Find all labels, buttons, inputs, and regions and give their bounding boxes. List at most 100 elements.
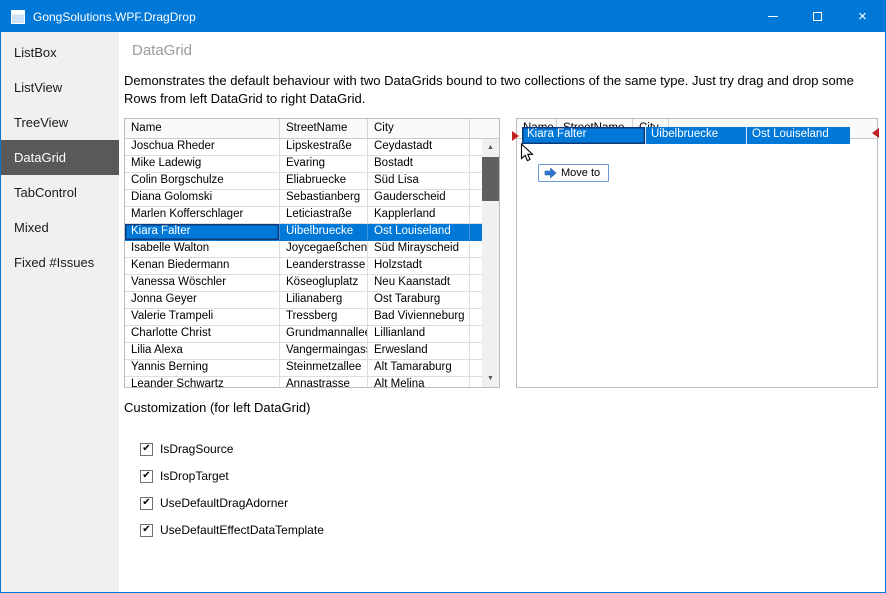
drop-insertion-caret-right [872, 127, 879, 138]
scroll-up-button[interactable]: ▲ [482, 139, 499, 156]
table-row[interactable]: Kenan Biedermann Leanderstrasse Holzstadt [125, 257, 482, 275]
table-row[interactable]: Kiara Falter Uibelbruecke Ost Louiseland [125, 223, 482, 241]
left-grid-rows: Joschua Rheder Lipskestraße Ceydastadt Mike… [125, 138, 482, 387]
mouse-cursor-icon [520, 142, 534, 162]
cell: Diana Golomski [125, 189, 280, 207]
cell: Leticiastraße [280, 206, 368, 224]
maximize-button[interactable] [795, 1, 840, 32]
sidebar-item-listbox[interactable]: ListBox [1, 35, 119, 70]
cell: Ost Taraburg [368, 291, 470, 309]
row-filler [470, 240, 482, 258]
row-filler [470, 376, 482, 387]
cell: Kiara Falter [125, 223, 280, 241]
column-header-streetname[interactable]: StreetName [280, 118, 368, 139]
customization-section: Customization (for left DataGrid) ✔ IsDra… [124, 400, 885, 544]
cell: Neu Kaanstadt [368, 274, 470, 292]
minimize-button[interactable] [750, 1, 795, 32]
cell: Lilia Alexa [125, 342, 280, 360]
checkbox-usedefaultdragadorner[interactable]: ✔ [140, 496, 153, 510]
drop-effect-label: Move to [561, 166, 601, 179]
scroll-down-button[interactable]: ▼ [482, 370, 499, 387]
row-filler [470, 189, 482, 207]
checkbox-usedefaulteffectdatatemplate[interactable]: ✔ [140, 523, 153, 537]
check-icon: ✔ [142, 443, 151, 455]
table-row[interactable]: Lilia AlexaVangermaingasseErwesland [125, 342, 482, 360]
cell: Joschua Rheder [125, 138, 280, 156]
sidebar-item-fixed-issues[interactable]: Fixed #Issues [1, 245, 119, 280]
cell: Alt Melina [368, 376, 470, 387]
checkbox-row: ✔ UseDefaultDragAdorner [140, 490, 885, 517]
cell: Gauderscheid [368, 189, 470, 207]
left-datagrid: Name StreetName City Joschua Rheder Lipskes… [124, 117, 500, 388]
table-row[interactable]: Mike Ladewig Evaring Bostadt [125, 155, 482, 173]
cell: Lilianaberg [280, 291, 368, 309]
table-row[interactable]: Vanessa Wöschler Köseogluplatz Neu Kaansta… [125, 274, 482, 292]
cell: Charlotte Christ [125, 325, 280, 343]
cell: Joycegaeßchen [280, 240, 368, 258]
table-row[interactable]: Marlen Kofferschlager Leticiastraße Kapple… [125, 206, 482, 224]
sidebar-item-treeview[interactable]: TreeView [1, 105, 119, 140]
titlebar[interactable]: GongSolutions.WPF.DragDrop × [1, 1, 885, 32]
minimize-icon [767, 16, 778, 17]
cell: Evaring [280, 155, 368, 173]
cell: Köseogluplatz [280, 274, 368, 292]
window-title: GongSolutions.WPF.DragDrop [33, 9, 196, 24]
grids-area: Name StreetName City Joschua Rheder Lipskes… [124, 117, 880, 388]
drop-insertion-caret-left [512, 130, 519, 141]
cell: Leander Schwartz [125, 376, 280, 387]
table-row[interactable]: Charlotte Christ Grundmannallee Lillianlan… [125, 325, 482, 343]
customization-title: Customization (for left DataGrid) [124, 399, 311, 415]
checkbox-label: UseDefaultEffectDataTemplate [160, 523, 324, 538]
table-row[interactable]: Valerie Trampeli Tressberg Bad Viviennebur… [125, 308, 482, 326]
table-row[interactable]: Diana Golomski Sebastianberg Gauderscheid [125, 189, 482, 207]
close-button[interactable]: × [840, 1, 885, 32]
row-filler [470, 342, 482, 360]
right-datagrid[interactable]: NameStreetNameCity [516, 117, 878, 388]
checkbox-row: ✔ IsDropTarget [140, 463, 885, 490]
sidebar-item-listview[interactable]: ListView [1, 70, 119, 105]
column-header-name[interactable]: Name [125, 118, 280, 139]
cell: Kapplerland [368, 206, 470, 224]
sidebar-item-tabcontrol[interactable]: TabControl [1, 175, 119, 210]
cell: Alt Tamaraburg [368, 359, 470, 377]
cell: Erwesland [368, 342, 470, 360]
row-filler [470, 223, 482, 241]
sidebar-item-mixed[interactable]: Mixed [1, 210, 119, 245]
table-row[interactable]: Yannis Berning Steinmetzallee Alt Tamarabu… [125, 359, 482, 377]
cell: Süd Mirayscheid [368, 240, 470, 258]
cell: Jonna Geyer [125, 291, 280, 309]
cell: Uibelbruecke [280, 223, 368, 241]
left-grid-header: Name StreetName City [125, 118, 499, 139]
table-row[interactable]: Colin Borgschulze Eliabruecke Süd Lisa [125, 172, 482, 190]
table-row[interactable]: Leander Schwartz Annastrasse Alt Melina [125, 376, 482, 387]
cell: Bad Vivienneburg [368, 308, 470, 326]
cell: Ost Louiseland [368, 223, 470, 241]
check-icon: ✔ [142, 497, 151, 509]
close-icon: × [858, 8, 867, 25]
row-filler [470, 325, 482, 343]
cell: Yannis Berning [125, 359, 280, 377]
sidebar-item-datagrid[interactable]: DataGrid [1, 140, 119, 175]
scrollbar-thumb[interactable] [482, 156, 499, 201]
cell: Lillianland [368, 325, 470, 343]
checkbox-label: IsDragSource [160, 442, 234, 457]
row-filler [470, 172, 482, 190]
checkbox-isdragsource[interactable]: ✔ [140, 442, 153, 456]
cell: Sebastianberg [280, 189, 368, 207]
drop-effect-badge: Move to [538, 163, 610, 182]
row-filler [470, 155, 482, 173]
page-title: DataGrid [132, 42, 193, 59]
table-row[interactable]: Jonna Geyer Lilianaberg Ost Taraburg [125, 291, 482, 309]
row-filler [470, 206, 482, 224]
column-header-city[interactable]: City [368, 118, 470, 139]
row-filler [470, 291, 482, 309]
check-icon: ✔ [142, 470, 151, 482]
cell: Tressberg [280, 308, 368, 326]
cell: Ceydastadt [368, 138, 470, 156]
cell: Lipskestraße [280, 138, 368, 156]
left-grid-scrollbar[interactable]: ▲ ▼ [482, 138, 499, 387]
table-row[interactable]: Joschua Rheder Lipskestraße Ceydastadt [125, 138, 482, 156]
table-row[interactable]: Isabelle Walton Joycegaeßchen Süd Miraysch… [125, 240, 482, 258]
cell: Eliabruecke [280, 172, 368, 190]
checkbox-isdroptarget[interactable]: ✔ [140, 469, 153, 483]
